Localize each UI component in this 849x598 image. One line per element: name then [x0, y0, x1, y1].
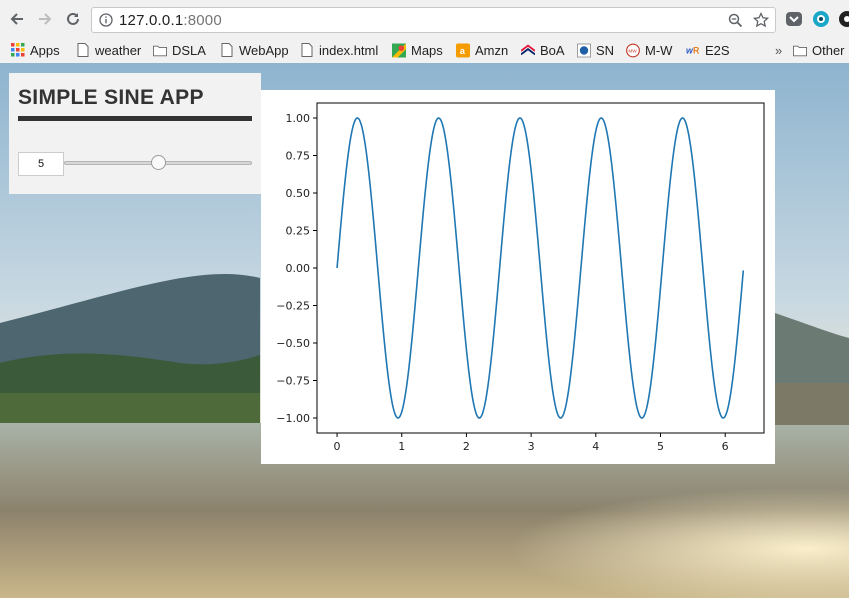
y-tick-label: 1.00	[286, 112, 311, 125]
forward-arrow-icon	[39, 13, 52, 25]
page-icon	[300, 43, 314, 57]
bookmark-label: Amzn	[475, 42, 509, 58]
svg-text:MW: MW	[628, 48, 637, 53]
bookmark-label: SN	[596, 42, 615, 58]
y-tick-label: 0.75	[286, 150, 311, 163]
sine-series-line	[336, 117, 745, 419]
folder-icon	[793, 43, 807, 57]
page-title: SIMPLE SINE APP	[18, 86, 204, 109]
y-tick-label: −0.50	[276, 337, 310, 350]
url-text: 127.0.0.1:8000	[119, 12, 222, 29]
y-tick-label: −0.75	[276, 375, 310, 388]
bookmark-label: WebApp	[239, 42, 289, 58]
bookmark-sn[interactable]: SN	[577, 41, 614, 59]
x-tick-label: 6	[722, 440, 729, 453]
sine-chart: 0 1 2 3 4 5 6 1.00 0.75 0.50 0.25 0.00 −0.25 −0.50 −0.…	[261, 90, 775, 464]
reload-icon	[67, 12, 79, 25]
extension-dark-icon[interactable]	[838, 10, 849, 28]
bookmark-index-html[interactable]: index.html	[300, 41, 378, 59]
svg-text:R: R	[693, 46, 700, 56]
bookmarks-bar: Apps weather DSLA WebApp index.html Maps…	[0, 38, 849, 62]
page-icon	[220, 43, 234, 57]
bookmark-label: M-W	[645, 42, 673, 58]
back-button[interactable]	[6, 8, 28, 30]
x-tick-label: 4	[592, 440, 599, 453]
browser-chrome: 127.0.0.1:8000 Apps weather DSLA WebApp …	[0, 0, 849, 64]
bookmark-label: index.html	[319, 42, 379, 58]
browser-toolbar: 127.0.0.1:8000	[0, 0, 849, 38]
y-tick-label: 0.00	[286, 262, 311, 275]
frequency-slider-thumb[interactable]	[151, 155, 166, 170]
x-tick-label: 3	[528, 440, 535, 453]
url-port: :8000	[183, 12, 222, 29]
wr-icon: wR	[686, 43, 700, 57]
bookmark-e2s[interactable]: wR E2S	[686, 41, 730, 59]
pocket-icon[interactable]	[785, 10, 803, 28]
bookmark-boa[interactable]: BoA	[521, 41, 565, 59]
bookmark-label: BoA	[540, 42, 565, 58]
bookmark-webapp[interactable]: WebApp	[220, 41, 289, 59]
x-tick-label: 0	[334, 440, 341, 453]
bookmark-label: Other	[812, 42, 845, 58]
bookmark-apps[interactable]: Apps	[11, 41, 60, 59]
bookmarks-overflow-button[interactable]: »	[775, 41, 782, 59]
x-tick-label: 2	[463, 440, 470, 453]
other-bookmarks[interactable]: Other	[793, 41, 845, 59]
bookmark-amzn[interactable]: a Amzn	[456, 41, 508, 59]
apps-grid-icon	[11, 43, 25, 57]
page-icon	[76, 43, 90, 57]
y-tick-label: −0.25	[276, 300, 310, 313]
forward-button[interactable]	[34, 8, 56, 30]
amazon-icon: a	[456, 43, 470, 57]
svg-text:a: a	[460, 45, 466, 55]
bookmark-star-icon[interactable]	[753, 12, 769, 28]
bookmark-label: DSLA	[172, 42, 206, 58]
mw-icon: MW	[626, 43, 640, 57]
extension-eye-icon[interactable]	[812, 10, 830, 28]
folder-icon	[153, 43, 167, 57]
url-host: 127.0.0.1	[119, 12, 184, 29]
back-arrow-icon	[10, 13, 23, 25]
bookmark-label: Maps	[411, 42, 443, 58]
address-bar[interactable]: 127.0.0.1:8000	[91, 7, 776, 33]
sn-icon	[577, 43, 591, 57]
reload-button[interactable]	[62, 8, 84, 30]
zoom-icon[interactable]	[728, 13, 743, 28]
controls-panel: SIMPLE SINE APP 5	[9, 73, 261, 194]
x-tick-label: 1	[398, 440, 405, 453]
y-tick-label: 0.25	[286, 225, 311, 238]
sine-chart-svg: 0 1 2 3 4 5 6 1.00 0.75 0.50 0.25 0.00 −0.25 −0.50 −0.…	[276, 102, 765, 453]
bookmark-maps[interactable]: Maps	[392, 41, 443, 59]
title-underline	[18, 116, 252, 121]
y-tick-label: −1.00	[276, 412, 310, 425]
bookmark-weather[interactable]: weather	[76, 41, 141, 59]
bookmark-label: Apps	[30, 42, 60, 58]
y-tick-label: 0.50	[286, 187, 311, 200]
bookmark-dsla[interactable]: DSLA	[153, 41, 206, 59]
x-tick-label: 5	[657, 440, 664, 453]
bookmark-mw[interactable]: MW M-W	[626, 41, 672, 59]
bookmark-label: E2S	[705, 42, 730, 58]
boa-icon	[521, 43, 535, 57]
frequency-number-input[interactable]: 5	[18, 152, 64, 176]
info-icon[interactable]	[99, 13, 113, 27]
maps-icon	[392, 43, 406, 57]
bookmark-label: weather	[95, 42, 142, 58]
